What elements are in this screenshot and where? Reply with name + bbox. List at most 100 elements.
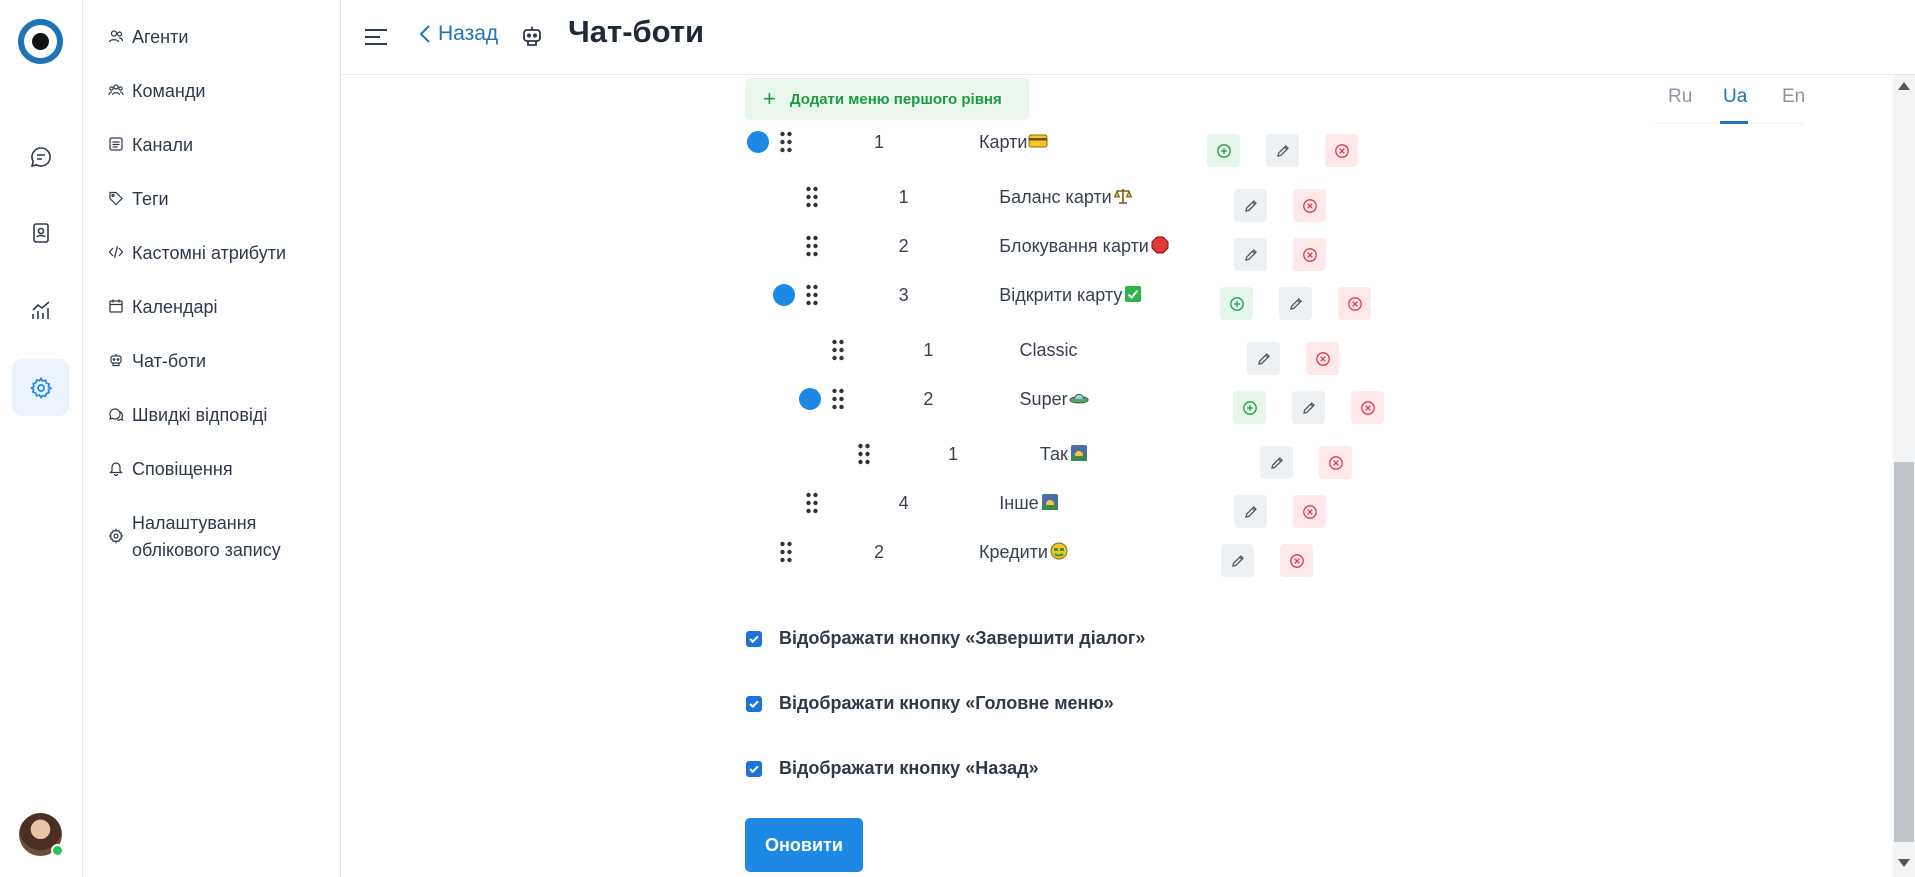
drag-handle-icon[interactable] — [779, 131, 793, 153]
menu-item-number: 1 — [948, 444, 959, 464]
stop-sign-emoji — [1150, 236, 1170, 259]
close-circle-icon — [1360, 400, 1375, 415]
drag-handle-icon[interactable] — [831, 339, 845, 361]
sidebar-item-custom-attributes[interactable]: Кастомні атрибути — [108, 240, 286, 267]
edit-button[interactable] — [1266, 134, 1299, 167]
menu-item-number: 4 — [898, 493, 909, 513]
pencil-icon — [1244, 199, 1257, 212]
sidebar-item-teams[interactable]: Команди — [108, 78, 205, 105]
delete-button[interactable] — [1338, 287, 1371, 320]
tab-lang-ua[interactable]: Ua — [1723, 86, 1747, 108]
expand-toggle-bullet[interactable] — [747, 131, 769, 153]
bot-icon — [108, 352, 124, 368]
delete-button[interactable] — [1306, 342, 1339, 375]
pencil-icon — [1244, 248, 1257, 261]
checkbox-label: Відображати кнопку «Назад» — [779, 758, 1039, 778]
edit-button[interactable] — [1234, 189, 1267, 222]
scrollbar-thumb[interactable] — [1894, 462, 1914, 842]
drag-handle-icon[interactable] — [805, 492, 819, 514]
bot-icon — [523, 26, 541, 46]
back-label: Назад — [438, 22, 499, 45]
drag-handle-icon[interactable] — [805, 284, 819, 306]
delete-button[interactable] — [1293, 238, 1326, 271]
logo[interactable] — [18, 19, 63, 64]
checkbox-main-menu[interactable]: Відображати кнопку «Головне меню» — [746, 693, 1114, 714]
drag-handle-icon[interactable] — [831, 388, 845, 410]
tab-lang-ru[interactable]: Ru — [1668, 86, 1692, 108]
chats-nav-button[interactable] — [12, 128, 69, 185]
sidebar-item-label: Теги — [132, 189, 169, 209]
add-first-level-menu-button[interactable]: + Додати меню першого рівня — [745, 78, 1029, 120]
sidebar-item-chatbots[interactable]: Чат-боти — [108, 348, 206, 375]
ufo-emoji — [1069, 389, 1089, 412]
sidebar-item-calendars[interactable]: Календарі — [108, 294, 217, 321]
plus-circle-icon — [1242, 400, 1257, 415]
menu-item-name: Так — [1040, 444, 1089, 467]
bell-icon — [108, 460, 124, 477]
settings-nav-button[interactable] — [12, 359, 69, 416]
menu-item-label: Classic — [1019, 340, 1078, 360]
user-avatar[interactable] — [19, 813, 64, 857]
drag-handle-icon[interactable] — [857, 443, 871, 465]
money-face-emoji — [1049, 542, 1069, 565]
expand-toggle-bullet[interactable] — [773, 284, 795, 306]
delete-button[interactable] — [1325, 134, 1358, 167]
sidebar-item-channels[interactable]: Канали — [108, 132, 193, 159]
scroll-up-arrow-icon[interactable] — [1898, 82, 1910, 90]
menu-item-name: Classic — [1020, 340, 1078, 361]
checkbox-end-dialog[interactable]: Відображати кнопку «Завершити діалог» — [746, 628, 1145, 649]
sidebar-item-tags[interactable]: Теги — [108, 186, 169, 213]
sunrise-emoji — [1040, 493, 1060, 516]
drag-handle-icon[interactable] — [779, 541, 793, 563]
pencil-icon — [1276, 144, 1289, 157]
close-circle-icon — [1302, 198, 1317, 213]
edit-button[interactable] — [1260, 446, 1293, 479]
analytics-nav-button[interactable] — [12, 282, 69, 339]
drag-handle-icon[interactable] — [805, 235, 819, 257]
checkbox-back[interactable]: Відображати кнопку «Назад» — [746, 758, 1039, 779]
scroll-down-arrow-icon[interactable] — [1898, 859, 1910, 867]
menu-item-label: Карти — [979, 132, 1028, 152]
page-title: Чат-боти — [568, 14, 705, 49]
close-circle-icon — [1347, 296, 1362, 311]
menu-toggle-icon[interactable] — [364, 27, 388, 47]
contacts-nav-button[interactable] — [12, 204, 69, 261]
delete-button[interactable] — [1293, 495, 1326, 528]
sidebar-item-agents[interactable]: Агенти — [108, 24, 188, 51]
analytics-icon — [31, 300, 50, 319]
edit-button[interactable] — [1292, 391, 1325, 424]
add-submenu-button[interactable] — [1207, 134, 1240, 167]
drag-handle-icon[interactable] — [805, 186, 819, 208]
icon-rail — [0, 0, 83, 877]
pencil-icon — [1302, 401, 1315, 414]
checkbox-checked-icon[interactable] — [746, 760, 762, 777]
sidebar-item-label: Канали — [132, 135, 194, 155]
edit-button[interactable] — [1279, 287, 1312, 320]
channels-icon — [108, 136, 124, 152]
add-submenu-button[interactable] — [1233, 391, 1266, 424]
menu-item-number: 2 — [873, 542, 884, 562]
edit-button[interactable] — [1247, 342, 1280, 375]
sidebar-item-notifications[interactable]: Сповіщення — [108, 456, 233, 483]
delete-button[interactable] — [1293, 189, 1326, 222]
edit-button[interactable] — [1234, 238, 1267, 271]
gear-icon — [29, 376, 52, 399]
edit-button[interactable] — [1221, 544, 1254, 577]
add-submenu-button[interactable] — [1220, 287, 1253, 320]
checkbox-label: Відображати кнопку «Головне меню» — [779, 693, 1114, 713]
tab-lang-en[interactable]: En — [1782, 86, 1805, 108]
sidebar-item-account-settings[interactable]: Налаштування облікового запису — [108, 510, 323, 564]
sidebar-item-quick-replies[interactable]: Швидкі відповіді — [108, 402, 267, 429]
checkbox-checked-icon[interactable] — [746, 630, 762, 647]
contact-book-icon — [32, 222, 49, 243]
delete-button[interactable] — [1351, 391, 1384, 424]
checkbox-label: Відображати кнопку «Завершити діалог» — [779, 628, 1146, 648]
delete-button[interactable] — [1319, 446, 1352, 479]
checkbox-checked-icon[interactable] — [746, 695, 762, 712]
update-button[interactable]: Оновити — [745, 818, 863, 872]
expand-toggle-bullet[interactable] — [799, 388, 821, 410]
language-tabs: Ru Ua En — [1654, 78, 1805, 124]
back-link[interactable]: Назад — [418, 22, 498, 46]
delete-button[interactable] — [1280, 544, 1313, 577]
edit-button[interactable] — [1234, 495, 1267, 528]
